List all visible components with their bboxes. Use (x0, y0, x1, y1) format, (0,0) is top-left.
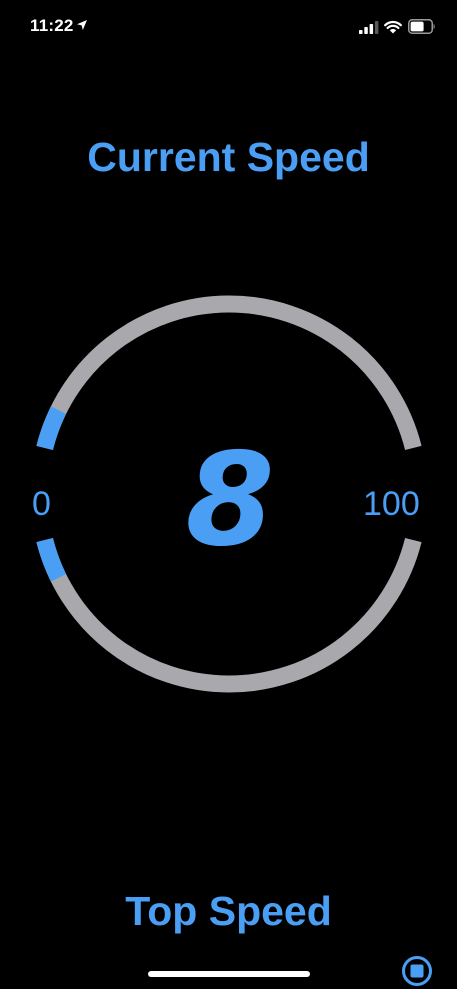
scale-min-label: 0 (32, 485, 51, 523)
stop-button[interactable] (401, 955, 433, 987)
gauge-fill-lower (36, 537, 67, 582)
stop-icon (402, 956, 432, 986)
gauge-fill-upper (36, 406, 67, 451)
top-speed-title: Top Speed (125, 888, 332, 934)
home-indicator (148, 971, 310, 977)
current-speed-value: 8 (185, 426, 275, 575)
scale-max-label: 100 (363, 485, 420, 523)
